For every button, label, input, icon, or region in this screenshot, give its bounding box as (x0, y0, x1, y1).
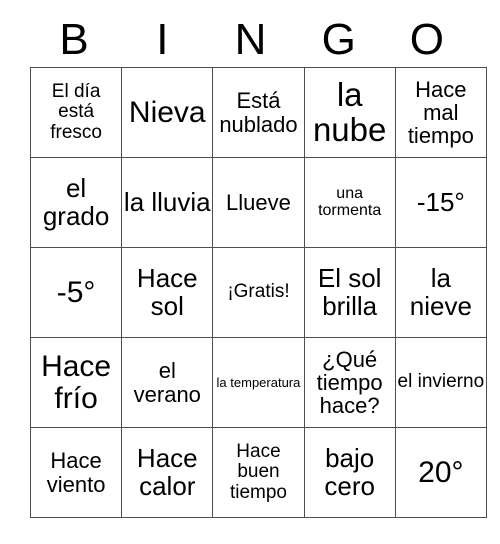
bingo-header-letter-o: O (409, 14, 445, 64)
bingo-header-letter-g: G (321, 14, 356, 64)
bingo-cell-text: la nube (312, 75, 387, 148)
bingo-cell[interactable]: -15° (394, 157, 487, 248)
bingo-cell[interactable]: la temperatura (212, 337, 305, 428)
bingo-row: el grado la lluvia Llueve una tormenta -… (29, 157, 487, 248)
bingo-cell[interactable]: Hace sol (121, 247, 214, 338)
bingo-grid: El día está fresco Nieva Está nublado la… (29, 67, 487, 518)
bingo-row: -5° Hace sol ¡Gratis! El sol brilla la n… (29, 247, 487, 338)
bingo-cell[interactable]: ¿Qué tiempo hace? (303, 337, 396, 428)
bingo-cell[interactable]: la nieve (394, 247, 487, 338)
bingo-cell-text: Hace viento (46, 448, 106, 497)
bingo-cell-text: una tormenta (318, 184, 382, 219)
bingo-cell[interactable]: el invierno (394, 337, 487, 428)
bingo-cell-text: Hace calor (136, 442, 198, 501)
bingo-cell-text: 20° (418, 455, 464, 489)
bingo-cell-text: bajo cero (324, 442, 375, 501)
bingo-cell[interactable]: el verano (121, 337, 214, 428)
bingo-row: El día está fresco Nieva Está nublado la… (29, 67, 487, 158)
bingo-cell-text: -5° (56, 275, 96, 309)
bingo-header-letter-n: N (234, 14, 267, 64)
bingo-cell-text: Nieva (128, 95, 206, 129)
bingo-card: B I N G O El día está fresco Nieva Está … (29, 12, 487, 518)
bingo-cell[interactable]: la lluvia (121, 157, 214, 248)
bingo-cell-text: Está nublado (219, 88, 298, 137)
bingo-cell[interactable]: una tormenta (303, 157, 396, 248)
bingo-cell-text: Llueve (226, 189, 291, 215)
bingo-cell[interactable]: Llueve (212, 157, 305, 248)
bingo-cell-text: el grado (42, 172, 110, 231)
bingo-cell[interactable]: la nube (303, 67, 396, 158)
bingo-cell-text: Hace buen tiempo (229, 441, 287, 503)
bingo-cell[interactable]: Hace calor (121, 427, 214, 518)
bingo-header-row: B I N G O (30, 12, 471, 67)
bingo-cell-free-space[interactable]: ¡Gratis! (212, 247, 305, 338)
bingo-free-space-text: ¡Gratis! (227, 281, 290, 303)
bingo-cell[interactable]: Hace viento (29, 427, 123, 518)
bingo-cell-text: El sol brilla (317, 262, 382, 321)
bingo-cell[interactable]: Está nublado (212, 67, 305, 158)
bingo-cell-text: -15° (416, 186, 465, 217)
bingo-cell-text: la nieve (409, 262, 472, 321)
bingo-cell[interactable]: El día está fresco (29, 67, 123, 158)
bingo-cell[interactable]: Nieva (121, 67, 214, 158)
bingo-cell[interactable]: 20° (394, 427, 487, 518)
bingo-cell-text: ¿Qué tiempo hace? (316, 346, 383, 419)
bingo-cell-text: Hace sol (136, 262, 198, 321)
bingo-header-letter-b: B (59, 14, 89, 64)
bingo-cell-text: El día está fresco (50, 81, 102, 143)
bingo-cell-text: la temperatura (216, 374, 301, 390)
bingo-cell[interactable]: -5° (29, 247, 123, 338)
bingo-cell-text: Hace mal tiempo (407, 76, 474, 149)
bingo-cell[interactable]: Hace frío (29, 337, 123, 428)
bingo-cell[interactable]: El sol brilla (303, 247, 396, 338)
bingo-cell[interactable]: bajo cero (303, 427, 396, 518)
bingo-cell[interactable]: el grado (29, 157, 123, 248)
bingo-header-letter-i: I (156, 14, 169, 64)
bingo-row: Hace frío el verano la temperatura ¿Qué … (29, 337, 487, 428)
bingo-cell-text: el invierno (397, 371, 485, 393)
bingo-cell-text: la lluvia (123, 186, 211, 217)
bingo-cell-text: Hace frío (41, 349, 112, 415)
bingo-cell[interactable]: Hace mal tiempo (394, 67, 487, 158)
bingo-cell[interactable]: Hace buen tiempo (212, 427, 305, 518)
bingo-row: Hace viento Hace calor Hace buen tiempo … (29, 427, 487, 518)
bingo-cell-text: el verano (133, 358, 201, 407)
